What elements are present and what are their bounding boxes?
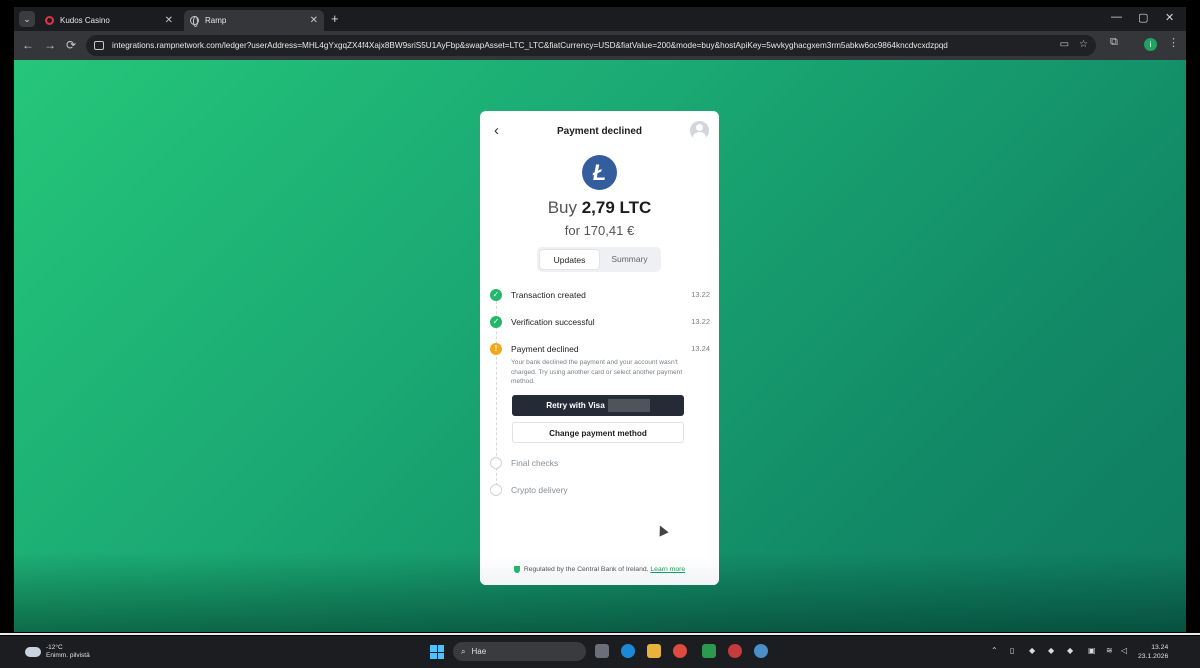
retry-label: Retry with Visa [546, 401, 605, 410]
kudos-favicon-icon [45, 16, 54, 25]
tab-kudos-casino[interactable]: Kudos Casino ✕ [39, 10, 179, 31]
file-explorer-icon[interactable] [647, 644, 661, 658]
buy-amount: Buy 2,79 LTC [480, 198, 719, 218]
reading-mode-icon[interactable]: ▭ [1060, 39, 1069, 50]
browser-toolbar: ← → ⟳ integrations.rampnetwork.com/ledge… [14, 31, 1186, 60]
avatar[interactable] [690, 121, 709, 140]
litecoin-icon: Ł [582, 155, 617, 190]
temperature: -12°C [46, 644, 63, 651]
widget-header: ‹ Payment declined [480, 111, 719, 151]
step-label: Transaction created [511, 290, 586, 300]
edge-icon[interactable] [621, 644, 635, 658]
ramp-widget: ‹ Payment declined Ł Buy 2,79 LTC for 17… [480, 111, 719, 585]
chrome-icon[interactable] [673, 644, 687, 658]
profile-avatar[interactable]: i [1144, 38, 1157, 51]
tab-summary[interactable]: Summary [600, 249, 659, 270]
tab-close-icon[interactable]: ✕ [310, 15, 318, 26]
browser-window: ⌄ Kudos Casino ✕ Ramp ✕ + — ▢ ✕ ← → ⟳ in… [14, 7, 1186, 632]
app-icon[interactable] [754, 644, 768, 658]
tray-app-icon[interactable]: ◆ [1029, 646, 1035, 655]
tab-bar: ⌄ Kudos Casino ✕ Ramp ✕ + — ▢ ✕ [14, 7, 1186, 31]
windows-start-icon[interactable] [430, 645, 444, 659]
page-viewport: ‹ Payment declined Ł Buy 2,79 LTC for 17… [14, 60, 1186, 632]
check-circle-icon: ✓ [490, 289, 502, 301]
segmented-tabs: Updates Summary [537, 247, 661, 272]
taskbar-clock[interactable]: 13.24 23.1.2026 [1138, 643, 1168, 661]
tray-app-icon[interactable]: ◆ [1048, 646, 1054, 655]
search-icon: ⌕ [461, 646, 466, 656]
fiat-amount: for 170,41 € [564, 223, 635, 238]
shield-icon [513, 565, 520, 573]
reload-button[interactable]: ⟳ [66, 38, 76, 52]
buy-prefix: Buy [547, 198, 577, 217]
app-icon[interactable] [702, 644, 716, 658]
maximize-button[interactable]: ▢ [1138, 11, 1148, 24]
step-description: Your bank declined the payment and your … [511, 359, 683, 386]
tray-app-icon[interactable]: ▣ [1088, 646, 1096, 655]
usb-icon[interactable]: ▯ [1010, 646, 1014, 655]
page-title: Payment declined [556, 126, 643, 137]
step-label: Verification successful [511, 317, 595, 327]
change-payment-method-button[interactable]: Change payment method [512, 422, 684, 443]
check-circle-icon: ✓ [490, 316, 502, 328]
step-label: Final checks [511, 458, 559, 468]
extensions-icon[interactable]: ⧉ [1110, 36, 1118, 49]
weather-widget[interactable]: -12°C Enimm. pilvistä [25, 644, 90, 660]
step-time: 13.22 [691, 317, 710, 326]
globe-favicon-icon [190, 16, 199, 27]
redacted-card-number [607, 399, 650, 413]
search-placeholder: Hae [471, 647, 487, 656]
wifi-icon[interactable]: ≋ [1106, 646, 1113, 655]
chevron-up-icon[interactable]: ⌃ [991, 646, 998, 655]
minimize-button[interactable]: — [1111, 11, 1122, 23]
tab-updates[interactable]: Updates [539, 249, 600, 270]
tab-title: Ramp [205, 16, 227, 25]
time: 13.24 [1151, 644, 1169, 651]
bookmark-star-icon[interactable]: ☆ [1079, 39, 1088, 50]
volume-icon[interactable]: ◁ [1121, 646, 1127, 655]
step-label: Payment declined [511, 344, 579, 354]
taskbar: -12°C Enimm. pilvistä ⌕ Hae ⌃ ▯ ◆ ◆ ◆ ▣ … [0, 636, 1200, 668]
step-time: 13.22 [691, 290, 710, 299]
forward-button[interactable]: → [44, 38, 56, 52]
mouse-cursor-icon [655, 523, 669, 537]
menu-icon[interactable]: ⋮ [1168, 36, 1179, 49]
date: 23.1.2026 [1138, 653, 1169, 660]
weather-description: Enimm. pilvistä [46, 652, 90, 659]
step-time: 13.24 [691, 344, 710, 353]
divider [0, 633, 1200, 635]
tray-app-icon[interactable]: ◆ [1067, 646, 1073, 655]
tab-search-icon[interactable]: ⌄ [19, 11, 35, 27]
empty-circle-icon [490, 457, 502, 469]
tab-title: Kudos Casino [60, 16, 110, 25]
address-bar[interactable]: integrations.rampnetwork.com/ledger?user… [86, 35, 1096, 56]
cloud-icon [25, 647, 41, 657]
task-view-icon[interactable] [595, 644, 609, 658]
app-icon[interactable] [728, 644, 742, 658]
new-tab-button[interactable]: + [331, 12, 339, 26]
taskbar-search[interactable]: ⌕ Hae [453, 642, 586, 661]
tab-close-icon[interactable]: ✕ [165, 15, 173, 26]
regulation-text: Regulated by the Central Bank of Ireland… [523, 566, 649, 573]
retry-with-visa-button[interactable]: Retry with Visa [512, 395, 684, 416]
step-label: Crypto delivery [511, 485, 568, 495]
crypto-amount: 2,79 LTC [581, 198, 652, 217]
site-info-icon[interactable] [94, 41, 104, 50]
screen: ⌄ Kudos Casino ✕ Ramp ✕ + — ▢ ✕ ← → ⟳ in… [0, 0, 1200, 668]
warning-clock-icon: ! [490, 343, 502, 355]
empty-circle-icon [490, 484, 502, 496]
back-button[interactable]: ← [22, 38, 34, 52]
learn-more-link[interactable]: Learn more [650, 566, 685, 573]
close-window-button[interactable]: ✕ [1165, 11, 1174, 24]
url-text[interactable]: integrations.rampnetwork.com/ledger?user… [112, 41, 992, 50]
tab-ramp[interactable]: Ramp ✕ [184, 10, 324, 31]
widget-footer: Regulated by the Central Bank of Ireland… [480, 555, 719, 585]
